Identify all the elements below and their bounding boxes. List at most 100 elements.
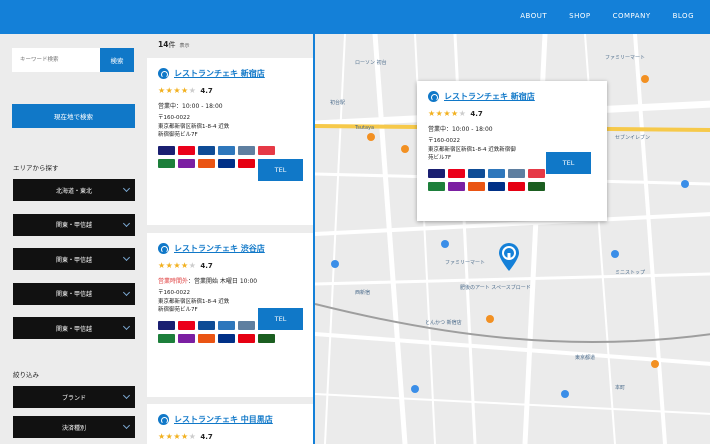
payment-logo-icon [158,333,175,343]
nav-blog[interactable]: BLOG [673,12,694,20]
payment-logo-icon [448,168,465,178]
site-header: ABOUT SHOP COMPANY BLOG [0,0,710,34]
hours-text: ：10:00 - 18:00 [446,126,493,133]
result-count: 14件 表示 [158,40,189,50]
rating-stars: ★★★★★ [158,261,197,270]
area-select-kanto-2[interactable]: 関東・甲信越 [13,248,135,270]
current-location-button[interactable]: 現在地で検索 [12,104,135,128]
zip-code: 〒160-0022 [428,138,460,144]
map-label: 肥後のアート スペースブロード [460,284,531,291]
map-label: ローソン 初台 [355,59,387,66]
map-label: 本町 [615,384,625,391]
area-label: 関東・甲信越 [55,256,92,264]
payment-logo-icon [198,333,215,343]
area-list: 北海道・東北 関東・甲信越 関東・甲信越 関東・甲信越 関東・甲信越 [13,179,135,352]
nav-company[interactable]: COMPANY [613,12,651,20]
filter-label: ブランド [61,394,86,402]
store-pin-icon [158,414,169,425]
area-label: 関東・甲信越 [55,222,92,229]
area-select-hokkaido[interactable]: 北海道・東北 [13,179,135,201]
payment-logo-icon [238,333,255,343]
payment-logo-icon [258,333,275,343]
zip-code: 〒160-0022 [158,290,190,296]
payment-logo-icon [528,181,545,191]
filter-payment[interactable]: 決済種別 [13,416,135,438]
payment-logo-icon [528,168,545,178]
business-hours: 営業中：10:00 - 18:00 [158,101,313,110]
payment-logo-icon [218,145,235,155]
rating-value: 4.7 [200,432,213,441]
area-label: 関東・甲信越 [55,325,92,333]
payment-logo-icon [158,158,175,168]
sidebar: 検索 現在地で検索 エリアから探す 北海道・東北 関東・甲信越 関東・甲信越 関… [0,34,147,444]
chevron-down-icon [122,391,131,400]
popup-tel-button[interactable]: TEL [546,152,591,174]
search-button[interactable]: 検索 [100,48,134,72]
payment-logo-icon [178,158,195,168]
tel-button[interactable]: TEL [258,308,303,330]
rating-stars: ★★★★★ [158,86,197,95]
hours-status: 営業時間外 [158,278,189,285]
map-label: ミニストップ [615,270,645,276]
nav-shop[interactable]: SHOP [569,12,590,20]
business-hours: 営業時間外：営業開始 木曜日 10:00 [158,276,313,285]
result-list: 14件 表示 レストランチェキ 新宿店 ★★★★★ 4.7 営業中：10:00 - … [147,34,313,444]
filter-brand[interactable]: ブランド [13,386,135,408]
payment-logo-icon [238,320,255,330]
payment-logo-icon [218,333,235,343]
area-select-kanto-1[interactable]: 関東・甲信越 [13,213,135,236]
payment-logo-icon [488,181,505,191]
zip-code: 〒160-0022 [158,115,190,121]
result-count-suffix: 表示 [179,43,190,49]
chevron-down-icon [122,421,131,430]
chevron-down-icon [122,253,131,262]
map-marker-icon[interactable] [497,242,521,272]
map-label: 東京都道 [575,354,595,361]
rating-value: 4.7 [200,86,213,95]
store-card: レストランチェキ 中目黒店 ★★★★★ 4.7 [147,404,313,444]
store-card: レストランチェキ 新宿店 ★★★★★ 4.7 営業中：10:00 - 18:00 … [147,58,313,225]
result-count-unit: 件 [168,41,176,49]
store-name-link[interactable]: レストランチェキ 渋谷店 [174,243,265,254]
rating-stars: ★★★★★ [428,109,467,118]
payment-logo-icon [448,181,465,191]
store-address: 〒160-0022 東京都新宿区新宿1-8-4 近鉄新宿御苑ビル7F [158,114,313,140]
chevron-down-icon [122,288,131,296]
main-nav: ABOUT SHOP COMPANY BLOG [520,12,694,20]
hours-status: 営業中 [428,126,447,133]
payment-logo-icon [158,145,175,155]
filter-list: ブランド 決済種別 [13,386,135,444]
hours-status: 営業中 [158,103,177,110]
payment-logo-icon [238,158,255,168]
map-label: ファミリーマート [605,55,645,61]
address-line: 東京都新宿区新宿1-8-4 近鉄 [158,123,230,130]
hours-text: ：10:00 - 18:00 [176,103,223,110]
filter-label: 決済種別 [61,424,86,432]
chevron-down-icon [122,184,131,193]
tel-button[interactable]: TEL [258,159,303,181]
payment-logo-icon [158,320,175,330]
search-input[interactable] [12,48,100,72]
store-pin-icon [428,91,439,102]
chevron-down-icon [122,322,131,331]
map-label: Tsutaya [354,125,374,131]
payment-logo-icon [198,145,215,155]
store-card: レストランチェキ 渋谷店 ★★★★★ 4.7 営業時間外：営業開始 木曜日 10:… [147,233,313,397]
payment-logo-icon [258,145,275,155]
area-select-kanto-3[interactable]: 関東・甲信越 [13,282,135,305]
map-info-popup: レストランチェキ 新宿店 ★★★★★ 4.7 営業中：10:00 - 18:00 … [417,81,607,221]
rating-value: 4.7 [470,109,483,118]
hours-text: ：営業開始 木曜日 10:00 [188,278,258,285]
business-hours: 営業中：10:00 - 18:00 [428,124,607,133]
area-select-kanto-4[interactable]: 関東・甲信越 [13,317,135,339]
store-name-link[interactable]: レストランチェキ 中目黒店 [174,414,273,425]
popup-store-name-link[interactable]: レストランチェキ 新宿店 [444,91,535,102]
payment-logo-icon [178,320,195,330]
search-row: 検索 [12,48,134,72]
area-heading: エリアから探す [13,164,59,172]
payment-logo-icon [178,145,195,155]
nav-about[interactable]: ABOUT [520,12,547,20]
payment-logo-icon [198,158,215,168]
store-name-link[interactable]: レストランチェキ 新宿店 [174,68,265,79]
payment-logo-icon [428,168,445,178]
